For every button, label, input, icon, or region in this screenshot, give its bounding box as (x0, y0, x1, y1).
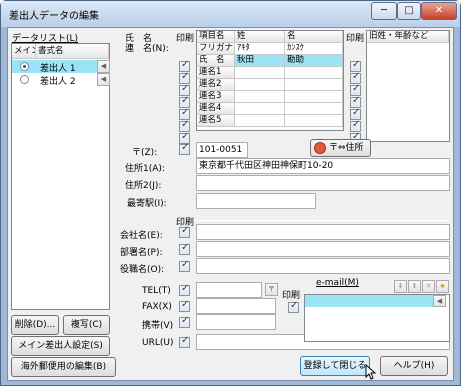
maximize-button[interactable]: □ (397, 2, 421, 20)
grid-cell-first[interactable] (285, 115, 343, 127)
fax-label: FAX(X) (142, 302, 172, 312)
email-label: e-mail(M) (316, 278, 359, 288)
scroll-left-icon[interactable]: ◀ (97, 73, 110, 86)
grid-cell-last[interactable]: 秋田 (235, 55, 285, 67)
grid-cell-last[interactable] (235, 103, 285, 115)
column-header-name[interactable]: 書式名 (36, 44, 109, 59)
name-grid[interactable]: 項目名 姓 名 フリガナ ｱｷﾀ ｶﾝｽｹ 氏 名 秋田 勘助 連名1 連名2 … (196, 30, 344, 131)
grid-row-label: 氏 名 (197, 55, 235, 67)
tel-label: TEL(T) (142, 286, 171, 296)
grid-cell-first[interactable]: 勘助 (285, 55, 343, 67)
main-radio[interactable] (20, 62, 29, 71)
list-item[interactable]: 差出人 2 (12, 73, 98, 87)
column-header-main[interactable]: メイン (12, 44, 36, 59)
dialog-body: データリスト(L) メイン 書式名 差出人 1 ◀ 差出人 2 ◀ 削除(D).… (7, 27, 454, 381)
position-print-checkbox[interactable] (179, 259, 190, 272)
zip-print-checkbox[interactable] (179, 142, 190, 155)
tel-print-checkbox[interactable] (179, 283, 190, 296)
company-input[interactable] (196, 224, 450, 240)
old-name-print-label: 印刷 (346, 34, 365, 44)
name-print-label: 印刷 (176, 34, 195, 44)
grid-header-item: 項目名 (197, 31, 235, 43)
grid-header-first: 名 (285, 31, 343, 43)
datalist-table[interactable]: メイン 書式名 差出人 1 ◀ 差出人 2 ◀ (11, 43, 110, 310)
grid-row-label: フリガナ (197, 43, 235, 55)
email-print-checkbox[interactable] (288, 300, 299, 313)
grid-row-label: 連名1 (197, 67, 235, 79)
mouse-cursor-icon (365, 364, 377, 380)
zip-label: 〒(Z): (132, 148, 158, 158)
list-item[interactable]: 差出人 1 (12, 60, 98, 74)
old-name-grid[interactable]: 旧姓・年齢など (366, 30, 450, 142)
mobile-print-checkbox[interactable] (179, 315, 190, 328)
grid-cell-first[interactable] (285, 67, 343, 79)
grid-cell-first[interactable]: ｶﾝｽｹ (285, 43, 343, 55)
main-radio[interactable] (20, 75, 29, 84)
tel-input[interactable] (196, 282, 262, 298)
position-input[interactable] (196, 258, 450, 274)
list-item-name: 差出人 2 (40, 77, 76, 87)
add-email-icon[interactable]: ★ (436, 280, 449, 293)
zip-address-convert-button[interactable]: 〒⇔住所 (310, 139, 371, 157)
nearest-station-label: 最寄駅(I): (127, 199, 167, 209)
scroll-left-icon[interactable]: ◀ (433, 295, 446, 307)
postal-icon (314, 142, 326, 154)
help-button[interactable]: ヘルプ(H) (380, 356, 448, 376)
save-and-close-button[interactable]: 登録して閉じる (300, 356, 370, 376)
grid-cell-first[interactable] (285, 79, 343, 91)
fax-print-checkbox[interactable] (179, 299, 190, 312)
overseas-mail-edit-button[interactable]: 海外郵便用の編集(B) (11, 357, 116, 377)
scroll-left-icon[interactable]: ◀ (97, 60, 110, 73)
url-print-checkbox[interactable] (179, 335, 190, 348)
company-label: 会社名(E): (120, 231, 163, 241)
company-print-checkbox[interactable] (179, 225, 190, 238)
fax-input[interactable] (196, 298, 276, 314)
grid-row-label: 連名3 (197, 91, 235, 103)
close-button[interactable]: ✕ (421, 2, 457, 20)
department-input[interactable] (196, 241, 450, 257)
grid-header-last: 姓 (235, 31, 285, 43)
email-list[interactable]: ◀ (304, 294, 450, 342)
grid-row-label: 連名2 (197, 79, 235, 91)
department-label: 部署名(P): (120, 248, 163, 258)
nearest-station-input[interactable] (196, 193, 316, 209)
zip-address-convert-label: 〒⇔住所 (329, 143, 364, 153)
address2-input[interactable] (196, 175, 450, 191)
address2-label: 住所2(J): (125, 181, 162, 191)
email-list-item[interactable] (305, 295, 433, 307)
move-up-icon[interactable]: ⬆ (408, 280, 421, 293)
mobile-input[interactable] (196, 314, 276, 330)
minimize-button[interactable]: ─ (371, 2, 397, 20)
window-title: 差出人データの編集 (9, 11, 99, 22)
department-print-checkbox[interactable] (179, 242, 190, 255)
title-bar[interactable]: 差出人データの編集 ─ □ ✕ (1, 1, 460, 27)
grid-row-label: 連名4 (197, 103, 235, 115)
divider (194, 220, 450, 221)
grid-cell-last[interactable] (235, 67, 285, 79)
position-label: 役職名(O): (120, 265, 165, 275)
mobile-label: 携帯(V) (142, 321, 174, 331)
delete-button[interactable]: 削除(D)... (11, 315, 59, 335)
grid-cell-last[interactable] (235, 79, 285, 91)
address1-input[interactable]: 東京都千代田区神田神保町10-20 (196, 158, 450, 174)
tel-type-icon[interactable]: 〒 (265, 283, 278, 296)
grid-row-label: 連名5 (197, 115, 235, 127)
dialog-window: 差出人データの編集 ─ □ ✕ データリスト(L) メイン 書式名 差出人 1 … (0, 0, 461, 386)
move-down-icon[interactable]: ⬇ (394, 280, 407, 293)
grid-cell-last[interactable] (235, 115, 285, 127)
grid-cell-last[interactable] (235, 91, 285, 103)
main-sender-setting-button[interactable]: メイン差出人設定(S) (11, 336, 110, 356)
address1-label: 住所1(A): (125, 164, 165, 174)
grid-cell-first[interactable] (285, 103, 343, 115)
copy-button[interactable]: 複写(C) (63, 315, 110, 335)
old-name-header: 旧姓・年齢など (367, 31, 449, 43)
url-label: URL(U) (142, 338, 174, 348)
delete-icon[interactable]: ✕ (422, 280, 435, 293)
joint-name-label: 連 名(N): (125, 44, 169, 54)
grid-cell-first[interactable] (285, 91, 343, 103)
grid-cell-last[interactable]: ｱｷﾀ (235, 43, 285, 55)
zip-input[interactable]: 101-0051 (196, 142, 248, 158)
